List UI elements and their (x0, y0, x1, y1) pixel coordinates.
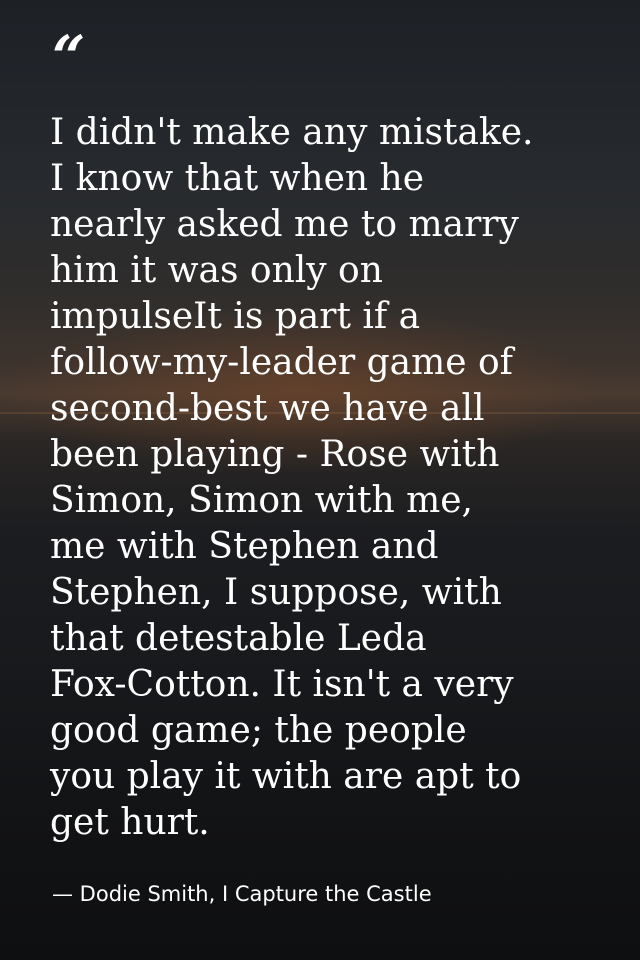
quote-card: “ I didn't make any mistake. I know that… (0, 0, 640, 960)
quote-attribution: — Dodie Smith, I Capture the Castle (52, 882, 432, 906)
quote-text: I didn't make any mistake. I know that w… (50, 112, 534, 843)
quote-mark-icon: “ (52, 23, 86, 91)
